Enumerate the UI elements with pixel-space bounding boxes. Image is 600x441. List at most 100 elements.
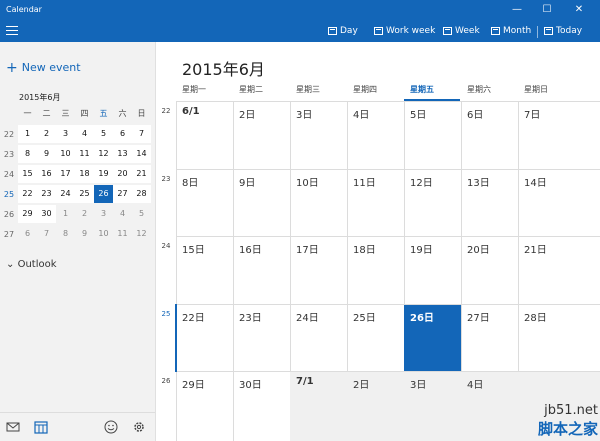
day-cell[interactable]: 4日 [347,102,404,169]
day-cell[interactable]: 20日 [461,237,518,304]
day-cell[interactable]: 19日 [404,237,461,304]
mini-day[interactable]: 22 [18,185,37,203]
mini-day[interactable]: 6 [113,125,132,143]
day-cell[interactable]: 14日 [518,170,600,236]
day-cell[interactable]: 3日 [290,102,347,169]
day-cell[interactable]: 8日 [176,170,233,236]
mini-day[interactable]: 18 [75,165,94,183]
mini-day[interactable]: 10 [56,145,75,163]
mini-day[interactable]: 2 [75,205,94,223]
day-cell[interactable]: 21日 [518,237,600,304]
hamburger-menu-icon[interactable] [6,26,18,36]
mini-day-today[interactable]: 26 [94,185,113,203]
day-cell[interactable]: 17日 [290,237,347,304]
minimize-button[interactable]: — [510,3,524,17]
day-cell[interactable]: 11日 [347,170,404,236]
work-week-view-button[interactable]: Work week [374,24,435,38]
day-cell[interactable]: 10日 [290,170,347,236]
mini-day[interactable]: 5 [132,205,151,223]
mini-day[interactable]: 23 [37,185,56,203]
new-event-button[interactable]: + New event [6,60,81,76]
mini-day[interactable]: 4 [113,205,132,223]
outlook-label: Outlook [17,259,57,270]
day-cell[interactable]: 30日 [233,372,290,441]
gear-icon[interactable] [132,420,146,434]
mini-day[interactable]: 19 [94,165,113,183]
close-button[interactable]: ✕ [572,3,586,17]
day-cell[interactable]: 6日 [461,102,518,169]
day-cell[interactable]: 28日 [518,305,600,371]
day-cell[interactable]: 27日 [461,305,518,371]
day-view-button[interactable]: Day [328,24,358,38]
mini-day[interactable]: 29 [18,205,37,223]
watermark-url: jb51.net [544,403,598,418]
mini-week-row: 25 22 23 24 25 26 27 28 [0,184,151,204]
month-view-button[interactable]: Month [491,24,531,38]
mini-day[interactable]: 11 [113,225,132,243]
day-cell[interactable]: 29日 [176,372,233,441]
day-cell[interactable]: 23日 [233,305,290,371]
mini-day[interactable]: 9 [75,225,94,243]
mini-day[interactable]: 3 [56,125,75,143]
day-cell[interactable]: 22日 [176,305,233,371]
day-cell[interactable]: 6/1 [176,102,233,169]
mini-day[interactable]: 1 [18,125,37,143]
day-cell[interactable]: 4日 [461,372,518,441]
mini-day[interactable]: 1 [56,205,75,223]
mini-day[interactable]: 21 [132,165,151,183]
week-number: 22 [161,107,171,115]
day-cell[interactable]: 7/1 [290,372,347,441]
mini-day[interactable]: 8 [56,225,75,243]
mini-day[interactable]: 6 [18,225,37,243]
mini-day[interactable]: 5 [94,125,113,143]
today-button[interactable]: Today [544,24,582,38]
day-cell[interactable]: 5日 [404,102,461,169]
mail-icon[interactable] [6,420,20,434]
mini-day[interactable]: 12 [132,225,151,243]
day-cell[interactable]: 15日 [176,237,233,304]
mini-day[interactable]: 14 [132,145,151,163]
mini-day[interactable]: 9 [37,145,56,163]
mini-day[interactable]: 27 [113,185,132,203]
mini-calendar-title[interactable]: 2015年6月 [19,92,60,103]
day-cell[interactable]: 24日 [290,305,347,371]
week-view-button[interactable]: Week [443,24,480,38]
mini-day[interactable]: 15 [18,165,37,183]
day-cell[interactable]: 18日 [347,237,404,304]
mini-day[interactable]: 13 [113,145,132,163]
calendar-icon[interactable] [34,420,48,434]
maximize-button[interactable]: ☐ [540,3,554,17]
mini-day[interactable]: 25 [75,185,94,203]
mini-day[interactable]: 8 [18,145,37,163]
day-cell[interactable]: 9日 [233,170,290,236]
mini-day[interactable]: 7 [37,225,56,243]
mini-day[interactable]: 7 [132,125,151,143]
mini-day[interactable]: 4 [75,125,94,143]
mini-day[interactable]: 24 [56,185,75,203]
day-header: 星期六 [467,85,491,94]
mini-day[interactable]: 3 [94,205,113,223]
day-cell[interactable]: 25日 [347,305,404,371]
mini-day[interactable]: 16 [37,165,56,183]
plus-icon: + [6,60,18,76]
feedback-smiley-icon[interactable] [104,420,118,434]
mini-day[interactable]: 10 [94,225,113,243]
day-cell[interactable]: 2日 [347,372,404,441]
mini-day[interactable]: 11 [75,145,94,163]
day-cell[interactable]: 3日 [404,372,461,441]
day-cell[interactable]: 12日 [404,170,461,236]
day-cell[interactable]: 2日 [233,102,290,169]
mini-day[interactable]: 12 [94,145,113,163]
day-cell[interactable]: 7日 [518,102,600,169]
day-header: 星期三 [296,85,320,94]
mini-day[interactable]: 2 [37,125,56,143]
mini-day[interactable]: 20 [113,165,132,183]
mini-day[interactable]: 30 [37,205,56,223]
month-title[interactable]: 2015年6月 [182,56,265,80]
day-cell[interactable]: 13日 [461,170,518,236]
outlook-account-toggle[interactable]: ⌄ Outlook [6,259,57,270]
day-cell[interactable]: 16日 [233,237,290,304]
mini-day[interactable]: 28 [132,185,151,203]
day-cell-today[interactable]: 26日 [404,305,461,371]
mini-day[interactable]: 17 [56,165,75,183]
